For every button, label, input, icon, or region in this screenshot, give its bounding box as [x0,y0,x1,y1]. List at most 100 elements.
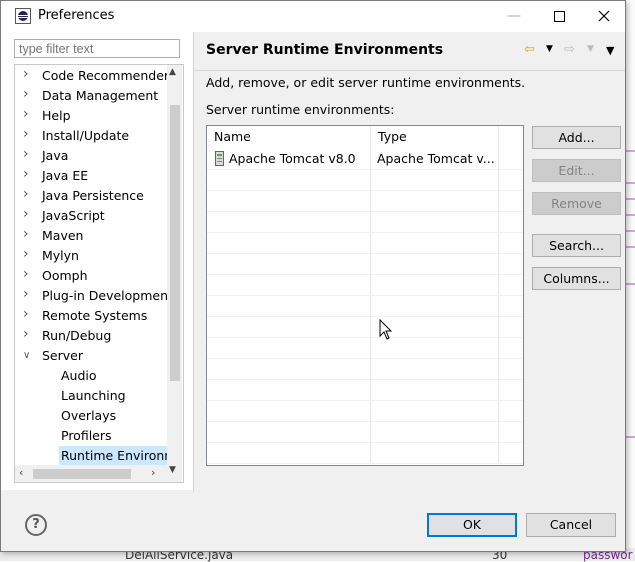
chevron-right-icon[interactable]: › [23,107,33,121]
preference-tree: › Code Recommenders › Data Management › Help ›… [14,64,184,483]
tree-item[interactable]: › Maven [15,226,167,246]
tree-item[interactable]: Runtime Environm [15,446,181,466]
tree-item-label: Plug-in Development [42,288,173,303]
back-menu-chevron-down-icon[interactable]: ▼ [546,44,553,54]
chevron-down-icon[interactable]: ∨ [23,351,33,361]
tree-item[interactable]: › Run/Debug [15,326,167,346]
tree-item-label: Code Recommenders [42,68,176,83]
tree-item[interactable]: › Java EE [15,166,167,186]
tree-item-label: Profilers [61,428,112,443]
tree-item-label: Audio [61,368,97,383]
scroll-up-icon[interactable]: ▲ [169,67,176,77]
list-label: Server runtime environments: [206,102,395,117]
chevron-right-icon[interactable]: › [23,267,33,281]
tree-item[interactable]: › Code Recommenders [15,66,176,86]
tree-item[interactable]: › Data Management [15,86,167,106]
chevron-right-icon[interactable]: › [23,207,33,221]
minimize-button[interactable]: — [491,1,537,32]
tree-item[interactable]: Profilers [15,426,167,446]
tree-item[interactable]: › Mylyn [15,246,167,266]
cancel-button[interactable]: Cancel [526,513,616,537]
tree-item-label: Remote Systems [42,308,148,323]
tree-item-label: Oomph [42,268,88,283]
tree-item-label: Data Management [42,88,159,103]
tree-scroll-thumb[interactable] [170,105,180,381]
page-navigation: ⇦ ▼ ⇨ ▼ ▼ [524,42,619,60]
tree-item[interactable]: Overlays [15,406,167,426]
background-editor-strip [626,0,635,561]
preferences-dialog: Preferences — › Code Recommenders › Data Ma… [0,0,626,552]
page-description: Add, remove, or edit server runtime envi… [206,75,526,90]
tree-item-label: Server [42,348,83,363]
tree-item[interactable]: Launching [15,386,167,406]
chevron-right-icon[interactable]: › [23,167,33,181]
maximize-button[interactable] [536,1,582,32]
tree-item-label: Run/Debug [42,328,112,343]
tree-item[interactable]: › Java [15,146,167,166]
close-icon [598,10,610,22]
runtime-table: Name Type Apache Tomcat v8.0 Apache Tomc… [206,125,524,466]
window-title: Preferences [38,8,115,23]
left-pane: ›Code Recommenders›Data Management›Help›… [1,32,193,490]
chevron-right-icon[interactable]: › [23,187,33,201]
chevron-right-icon[interactable]: › [23,67,33,81]
tree-item-label: Runtime Environm [59,446,181,466]
runtime-name: Apache Tomcat v8.0 [229,151,356,166]
chevron-right-icon[interactable]: › [23,147,33,161]
maximize-icon [553,10,565,22]
tree-item[interactable]: › Plug-in Development [15,286,173,306]
chevron-right-icon[interactable]: › [23,127,33,141]
tree-item[interactable]: ∨ Server [15,346,167,366]
scroll-left-icon[interactable]: ‹ [19,466,23,479]
edit-button[interactable]: Edit... [532,159,621,182]
chevron-right-icon[interactable]: › [23,327,33,341]
title-bar: Preferences — [1,1,625,32]
tree-item-label: Java [42,148,69,163]
back-arrow-icon[interactable]: ⇦ [524,42,535,57]
chevron-right-icon[interactable]: › [23,307,33,321]
tree-vertical-scrollbar[interactable]: ▲ ▼ [167,65,182,482]
tree-item-label: Overlays [61,408,117,423]
column-header-type[interactable]: Type [371,126,498,148]
runtime-type: Apache Tomcat v... [377,151,495,166]
tree-item-label: Install/Update [42,128,130,143]
tree-item[interactable]: › JavaScript [15,206,167,226]
tree-item[interactable]: › Help [15,106,167,126]
remove-button[interactable]: Remove [532,192,621,215]
server-runtime-icon [215,151,224,166]
tree-item-label: Maven [42,228,84,243]
tree-item[interactable]: › Install/Update [15,126,167,146]
eclipse-app-icon [15,8,31,24]
ok-button[interactable]: OK [427,513,517,537]
column-header-name[interactable]: Name [207,126,370,148]
chevron-right-icon[interactable]: › [23,247,33,261]
tree-hscroll-thumb[interactable] [33,469,131,479]
filter-input[interactable] [14,39,180,58]
chevron-right-icon[interactable]: › [23,87,33,101]
table-header: Name Type [207,126,523,148]
page-title: Server Runtime Environments [206,42,444,58]
forward-arrow-icon[interactable]: ⇨ [564,42,575,57]
scroll-right-icon[interactable]: › [151,466,155,479]
forward-menu-chevron-down-icon[interactable]: ▼ [587,44,594,54]
tree-item[interactable]: Audio [15,366,167,386]
close-button[interactable] [581,1,627,32]
tree-item[interactable]: › Oomph [15,266,167,286]
mouse-cursor-icon [379,319,393,340]
scroll-down-icon[interactable]: ▼ [169,465,176,475]
tree-item-label: Java EE [42,168,89,183]
help-icon[interactable]: ? [25,514,47,536]
tree-item[interactable]: › Java Persistence [15,186,167,206]
add-button[interactable]: Add... [532,126,621,149]
chevron-right-icon[interactable]: › [23,227,33,241]
table-row[interactable]: Apache Tomcat v8.0 Apache Tomcat v... [207,148,523,169]
chevron-right-icon[interactable]: › [23,287,33,301]
tree-item-label: Help [42,108,71,123]
right-pane: Server Runtime Environments ⇦ ▼ ⇨ ▼ ▼ Ad… [194,32,625,492]
tree-horizontal-scrollbar[interactable]: ‹ › [15,465,167,482]
view-menu-icon[interactable]: ▼ [606,44,614,57]
search-button[interactable]: Search... [532,234,621,257]
tree-item-label: Java Persistence [42,188,144,203]
columns-button[interactable]: Columns... [532,267,621,290]
tree-item[interactable]: › Remote Systems [15,306,167,326]
